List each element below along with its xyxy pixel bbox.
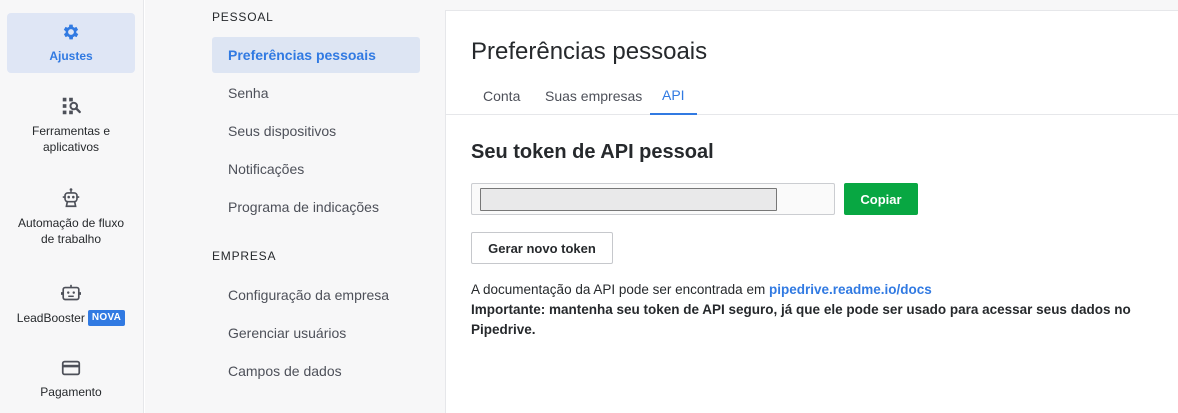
tab-account[interactable]: Conta bbox=[471, 77, 532, 115]
sidebar-item-label: Seus dispositivos bbox=[228, 123, 337, 139]
nav-item-leadbooster[interactable]: LeadBooster NOVA bbox=[7, 283, 135, 329]
docs-link[interactable]: pipedrive.readme.io/docs bbox=[769, 282, 932, 297]
sidebar-item-label: Gerenciar usuários bbox=[228, 325, 347, 341]
sidebar-item-label: Configuração da empresa bbox=[228, 287, 390, 303]
tools-icon bbox=[62, 97, 81, 115]
api-token-field[interactable] bbox=[471, 183, 835, 215]
nav-item-billing[interactable]: Pagamento bbox=[7, 357, 135, 403]
sidebar-item-notifications[interactable]: Notificações bbox=[212, 151, 420, 187]
redacted-token-value bbox=[480, 188, 777, 211]
main-content: Preferências pessoais Conta Suas empresa… bbox=[443, 0, 1178, 413]
sidebar-item-manage-users[interactable]: Gerenciar usuários bbox=[212, 315, 420, 351]
robot-icon bbox=[62, 188, 80, 208]
leadbooster-label-row: LeadBooster NOVA bbox=[16, 310, 126, 326]
nav-item-label: Pagamento bbox=[40, 385, 102, 399]
settings-sidebar: PESSOAL Preferências pessoais Senha Seus… bbox=[145, 0, 443, 413]
sidebar-item-label: Programa de indicações bbox=[228, 199, 379, 215]
sidebar-item-data-fields[interactable]: Campos de dados bbox=[212, 353, 420, 389]
generate-token-button[interactable]: Gerar novo token bbox=[471, 232, 613, 264]
copy-button[interactable]: Copiar bbox=[844, 183, 918, 215]
new-badge: NOVA bbox=[87, 310, 126, 326]
nav-item-label: LeadBooster bbox=[16, 311, 85, 325]
chatbot-icon bbox=[61, 284, 81, 301]
nav-item-label: Ajustes bbox=[49, 49, 93, 63]
security-warning: Importante: mantenha seu token de API se… bbox=[471, 302, 1131, 337]
sidebar-item-label: Notificações bbox=[228, 161, 305, 177]
page-title: Preferências pessoais bbox=[471, 38, 708, 65]
nav-item-label: Ferramentas e aplicativos bbox=[31, 124, 111, 154]
credit-card-icon bbox=[61, 360, 81, 376]
sidebar-item-label: Campos de dados bbox=[228, 363, 342, 379]
section-title-company: EMPRESA bbox=[212, 249, 277, 263]
section-title-personal: PESSOAL bbox=[212, 10, 274, 24]
nav-item-workflow-automation[interactable]: Automação de fluxo de trabalho bbox=[7, 187, 135, 251]
tab-bar: Conta Suas empresas API bbox=[446, 77, 1178, 115]
sidebar-item-label: Senha bbox=[228, 85, 269, 101]
nav-item-settings[interactable]: Ajustes bbox=[7, 13, 135, 73]
sidebar-item-company-settings[interactable]: Configuração da empresa bbox=[212, 277, 420, 313]
sidebar-item-devices[interactable]: Seus dispositivos bbox=[212, 113, 420, 149]
settings-panel: Preferências pessoais Conta Suas empresa… bbox=[445, 10, 1178, 413]
nav-item-tools[interactable]: Ferramentas e aplicativos bbox=[7, 95, 135, 159]
tab-api[interactable]: API bbox=[650, 77, 697, 115]
app-navigation: Ajustes Ferramentas e aplicativos Automa… bbox=[0, 0, 144, 413]
sidebar-item-password[interactable]: Senha bbox=[212, 75, 420, 111]
api-docs-info: A documentação da API pode ser encontrad… bbox=[471, 280, 1151, 340]
docs-text: A documentação da API pode ser encontrad… bbox=[471, 282, 766, 297]
api-token-heading: Seu token de API pessoal bbox=[471, 141, 714, 163]
nav-item-label: Automação de fluxo de trabalho bbox=[17, 216, 125, 246]
sidebar-item-personal-preferences[interactable]: Preferências pessoais bbox=[212, 37, 420, 73]
sidebar-item-referral-program[interactable]: Programa de indicações bbox=[212, 189, 420, 225]
sidebar-item-label: Preferências pessoais bbox=[228, 47, 376, 63]
tab-your-companies[interactable]: Suas empresas bbox=[533, 77, 654, 115]
gear-icon bbox=[63, 24, 79, 40]
